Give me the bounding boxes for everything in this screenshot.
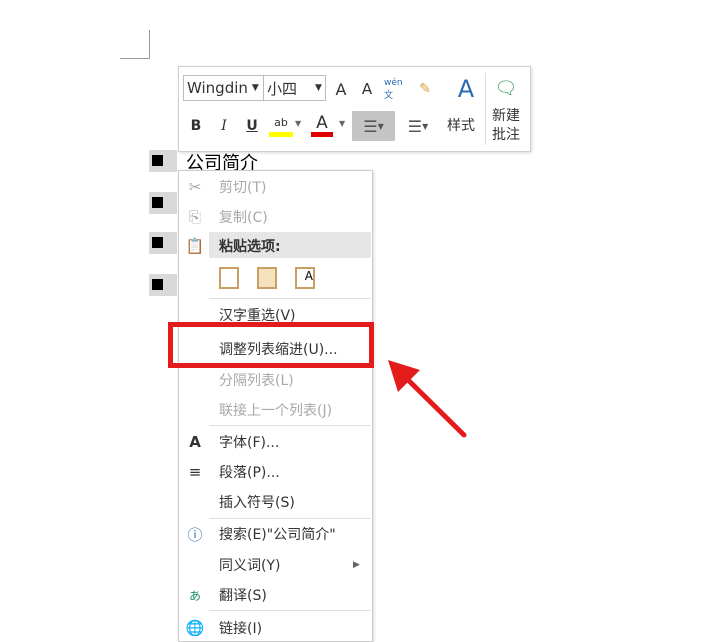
- annotation-arrow-icon: [388, 360, 467, 438]
- chevron-down-icon[interactable]: ▼: [295, 119, 301, 128]
- copy-icon: ⎘: [188, 208, 201, 226]
- separator: [209, 518, 371, 519]
- menu-item-translate[interactable]: あ翻译(S): [179, 581, 372, 609]
- highlight-box: [168, 322, 374, 368]
- paste-text-only-icon[interactable]: A: [295, 267, 315, 289]
- underline-button[interactable]: U: [243, 115, 261, 137]
- menu-item-link[interactable]: 🌐 链接(I): [179, 614, 372, 642]
- separator: [209, 298, 371, 299]
- phonetic-guide-button[interactable]: wén文: [384, 77, 408, 101]
- paste-keep-formatting-icon[interactable]: [219, 267, 239, 289]
- font-size-combo[interactable]: 小四 ▼: [263, 75, 326, 101]
- new-comment-label-1[interactable]: 新建: [488, 105, 524, 125]
- menu-item-copy[interactable]: ⎘ 复制(C): [179, 203, 372, 231]
- separator: [209, 425, 371, 426]
- menu-item-insert-symbol[interactable]: 插入符号(S): [179, 488, 372, 516]
- chevron-down-icon: ▼: [315, 83, 322, 93]
- menu-item-paragraph[interactable]: ≡ 段落(P)...: [179, 458, 372, 486]
- separator: [209, 610, 371, 611]
- format-painter-icon[interactable]: ✎: [415, 79, 435, 99]
- chevron-down-icon: ▼: [251, 83, 259, 93]
- menu-item-cut[interactable]: ✂ 剪切(T): [179, 173, 372, 201]
- styles-icon[interactable]: A: [449, 75, 483, 103]
- grow-font-button[interactable]: A: [331, 79, 351, 99]
- paste-merge-list-icon[interactable]: [257, 267, 277, 289]
- divider: [485, 73, 486, 145]
- bold-button[interactable]: B: [187, 115, 205, 137]
- scissors-icon: ✂: [188, 178, 202, 196]
- list-bullet: [149, 192, 177, 214]
- mini-toolbar: Wingdin ▼ 小四 ▼ A A wén文 ✎ A 🗨 B I U ab ▼ A…: [178, 66, 531, 152]
- list-bullet: [149, 150, 177, 172]
- font-name-combo[interactable]: Wingdin ▼: [183, 75, 264, 101]
- menu-item-font[interactable]: A 字体(F)...: [179, 428, 372, 456]
- menu-item-join-list[interactable]: 联接上一个列表(J): [179, 396, 372, 424]
- context-menu: ✂ 剪切(T) ⎘ 复制(C) 📋 粘贴选项: A 汉字重选(V) 调整列表缩进(U)…: [178, 170, 373, 642]
- list-bullet: [149, 232, 177, 254]
- font-icon: A: [189, 433, 201, 451]
- new-comment-icon[interactable]: 🗨: [493, 75, 519, 101]
- paste-icon: 📋: [185, 237, 205, 255]
- chevron-down-icon[interactable]: ▼: [339, 119, 345, 128]
- font-color-button[interactable]: A: [311, 113, 333, 137]
- submenu-arrow-icon: ▶: [353, 560, 360, 570]
- highlight-button[interactable]: ab: [269, 113, 293, 137]
- menu-item-synonyms[interactable]: 同义词(Y) ▶: [179, 551, 372, 579]
- globe-link-icon: 🌐: [185, 619, 205, 637]
- new-comment-label-2[interactable]: 批注: [488, 124, 524, 144]
- italic-button[interactable]: I: [215, 115, 233, 137]
- menu-item-search[interactable]: ⓘ 搜索(E)"公司简介": [179, 520, 372, 548]
- paragraph-icon: ≡: [188, 463, 202, 481]
- menu-paste-header: 📋 粘贴选项:: [179, 232, 372, 260]
- bullet-list-button[interactable]: ☰ ▼: [352, 111, 395, 141]
- menu-item-separate-list[interactable]: 分隔列表(L): [179, 366, 372, 394]
- styles-button[interactable]: 样式: [443, 113, 479, 137]
- shrink-font-button[interactable]: A: [357, 79, 377, 99]
- list-bullet: [149, 274, 177, 296]
- search-info-icon: ⓘ: [187, 525, 203, 544]
- page-corner-mark: [120, 30, 150, 59]
- translate-icon: あ: [188, 588, 201, 603]
- numbered-list-button[interactable]: ☰ ▼: [399, 113, 437, 139]
